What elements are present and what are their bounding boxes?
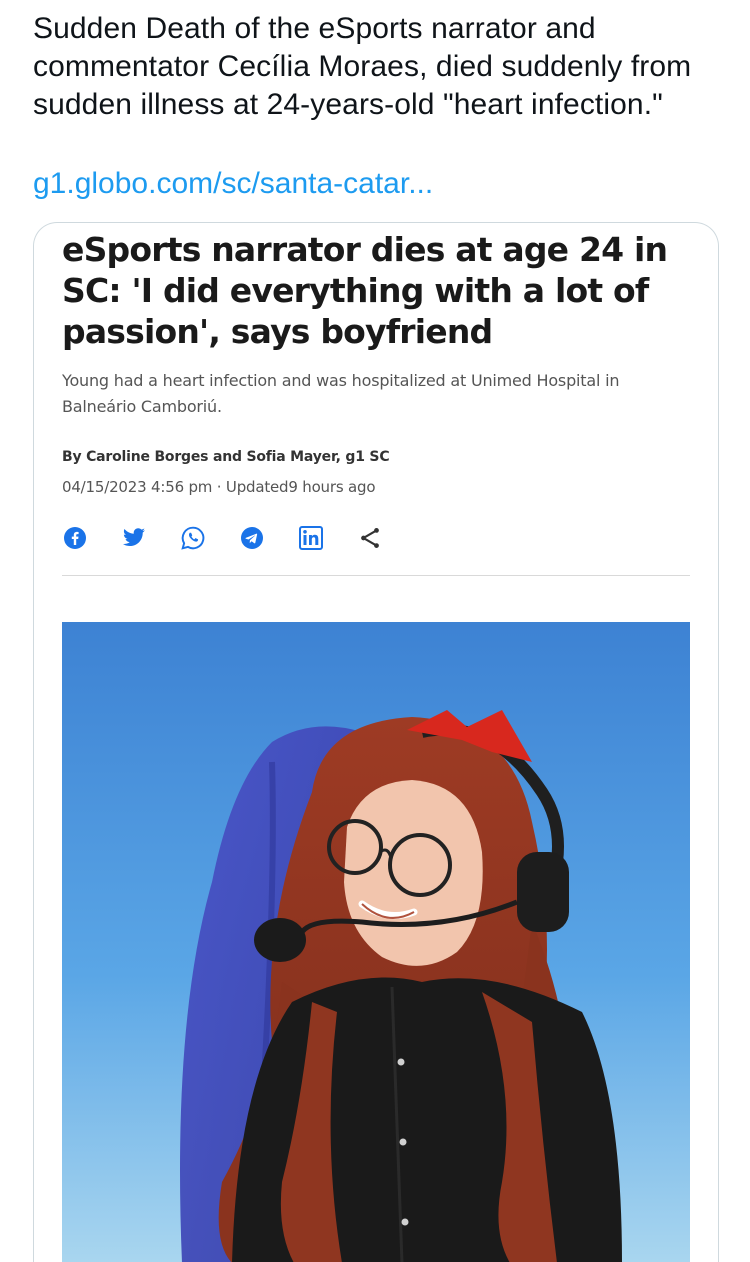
twitter-icon[interactable]: [121, 525, 147, 551]
share-bar: [62, 523, 416, 553]
divider: [62, 575, 690, 576]
photo-illustration: [62, 622, 690, 1262]
tweet-link[interactable]: g1.globo.com/sc/santa-catar...: [33, 165, 433, 203]
article-dateline: 04/15/2023 4:56 pm · Updated9 hours ago: [62, 478, 376, 496]
article-photo: [62, 622, 690, 1262]
link-preview-card[interactable]: eSports narrator dies at age 24 in SC: '…: [33, 222, 719, 1262]
linkedin-icon[interactable]: [298, 525, 324, 551]
article-byline: By Caroline Borges and Sofia Mayer, g1 S…: [62, 449, 390, 465]
article-subtitle: Young had a heart infection and was hosp…: [62, 371, 620, 416]
article-headline: eSports narrator dies at age 24 in SC: '…: [62, 230, 668, 351]
telegram-icon[interactable]: [239, 525, 265, 551]
tweet-text: Sudden Death of the eSports narrator and…: [33, 12, 692, 121]
whatsapp-icon[interactable]: [180, 525, 206, 551]
share-icon[interactable]: [357, 525, 383, 551]
facebook-icon[interactable]: [62, 525, 88, 551]
